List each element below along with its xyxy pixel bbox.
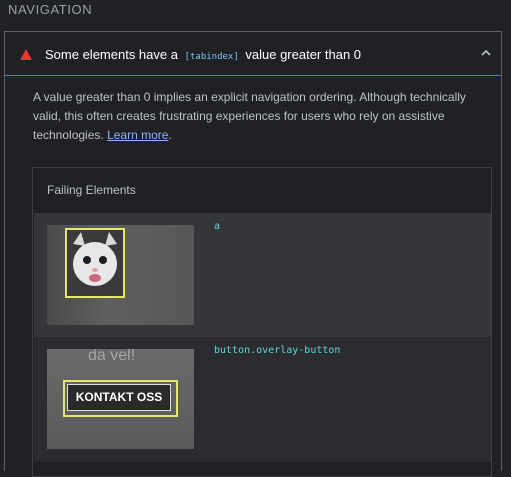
description-end: . <box>168 128 172 142</box>
failing-element-row[interactable]: a <box>34 213 491 337</box>
audit-header[interactable]: Some elements have a [tabindex] value gr… <box>5 32 501 76</box>
audit-panel: Some elements have a [tabindex] value gr… <box>4 31 502 477</box>
section-title: NAVIGATION <box>8 2 93 17</box>
failing-element-row[interactable]: da vel! KONTAKT OSS button.overlay-butto… <box>34 337 491 462</box>
tabindex-code: [tabindex] <box>184 52 239 62</box>
element-screenshot <box>47 225 194 325</box>
audit-title: Some elements have a [tabindex] value gr… <box>45 47 361 62</box>
audit-title-suffix: value greater than 0 <box>241 47 362 62</box>
overlay-button: KONTAKT OSS <box>67 384 171 411</box>
failing-elements-table: Failing Elements a da vel! KONTAKT OSS b… <box>32 167 492 477</box>
element-selector: a <box>214 221 221 232</box>
audit-title-prefix: Some elements have a <box>45 47 182 62</box>
element-selector: button.overlay-button <box>214 345 341 356</box>
warning-triangle-icon <box>20 49 32 60</box>
cat-image-icon <box>67 230 123 296</box>
highlighted-element-outline <box>65 228 125 298</box>
element-screenshot: da vel! KONTAKT OSS <box>47 349 194 449</box>
learn-more-link[interactable]: Learn more <box>107 128 168 142</box>
failing-elements-title: Failing Elements <box>47 183 136 197</box>
audit-description: A value greater than 0 implies an explic… <box>33 88 483 145</box>
chevron-up-icon[interactable] <box>479 46 493 60</box>
description-text: A value greater than 0 implies an explic… <box>33 90 466 142</box>
overlay-text: da vel! <box>88 349 136 364</box>
